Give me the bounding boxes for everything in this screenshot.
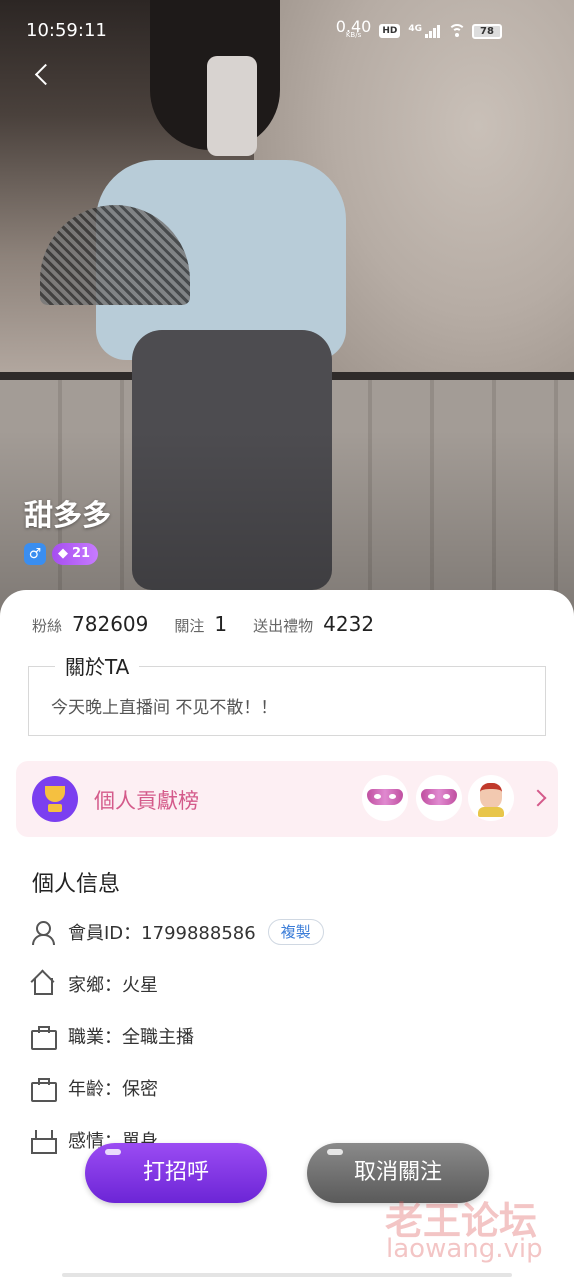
greet-button-label: 打招呼 [142, 1160, 209, 1185]
about-section: 關於TA 今天晚上直播间 不见不散！！ [28, 651, 546, 736]
wifi-icon [448, 24, 466, 38]
gifts-value: 4232 [323, 612, 375, 636]
photo-phone [207, 56, 257, 156]
home-indicator[interactable] [62, 1273, 512, 1277]
copy-button[interactable]: 複製 [267, 919, 324, 945]
status-bar: 10:59:11 0.40 KB/s HD 4G 78 [0, 0, 574, 64]
watermark-url: laowang.vip [386, 1234, 543, 1264]
gifts-label: 送出禮物 [253, 617, 314, 635]
trophy-icon [32, 776, 78, 822]
male-icon: ♂ [24, 543, 46, 565]
user-name: 甜多多 [24, 498, 112, 532]
profile-stats: 粉絲 782609 關注 1 送出禮物 4232 [32, 612, 400, 636]
home-icon [30, 972, 54, 996]
member-id-row: 會員ID：1799888586 複製 [30, 917, 324, 947]
user-icon [30, 920, 55, 945]
contribution-ranking-label: 個人貢獻榜 [94, 789, 199, 813]
back-button[interactable] [28, 60, 60, 92]
unfollow-button-label: 取消關注 [353, 1160, 442, 1185]
signal-icon: 4G [408, 24, 440, 38]
chevron-right-icon[interactable] [529, 789, 547, 807]
fans-value[interactable]: 782609 [72, 612, 148, 636]
hometown-row: 家鄉：火星 [30, 969, 158, 999]
contributor-avatar[interactable] [468, 775, 514, 821]
battery-icon: 78 [472, 24, 502, 39]
status-icons: 0.40 KB/s HD 4G [335, 17, 466, 40]
following-label: 關注 [174, 617, 205, 635]
fans-label: 粉絲 [32, 617, 63, 635]
following-value[interactable]: 1 [214, 612, 227, 636]
net-speed-value: 0.40 [335, 17, 372, 36]
mask-icon [367, 789, 403, 805]
person-avatar-body [478, 807, 504, 817]
net-speed: 0.40 KB/s [335, 17, 372, 40]
relationship-icon [30, 1128, 57, 1154]
contributor-avatar[interactable] [362, 775, 408, 821]
about-text: 今天晚上直播间 不见不散！！ [51, 698, 278, 718]
diamond-icon: ◆ [58, 546, 68, 561]
occupation-text: 職業：全職主播 [68, 1027, 194, 1048]
personal-info-title: 個人信息 [32, 872, 121, 897]
network-type-label: 4G [408, 24, 422, 34]
age-icon [30, 1076, 57, 1102]
contribution-ranking-banner[interactable]: 個人貢獻榜 [16, 761, 558, 837]
about-title: 關於TA [55, 651, 140, 680]
profile-badges: ♂ ◆ 21 [24, 543, 99, 565]
member-id-text: 會員ID：1799888586 [68, 923, 256, 944]
greet-button[interactable]: 打招呼 [85, 1143, 267, 1203]
level-badge: ◆ 21 [52, 543, 99, 565]
status-time: 10:59:11 [26, 20, 107, 41]
occupation-row: 職業：全職主播 [30, 1021, 194, 1051]
button-gloss [327, 1149, 343, 1155]
hometown-text: 家鄉：火星 [68, 975, 158, 996]
level-value: 21 [72, 546, 91, 561]
age-text: 年齡：保密 [68, 1079, 158, 1100]
contributor-avatar[interactable] [416, 775, 462, 821]
mask-icon [421, 789, 457, 805]
briefcase-icon [30, 1024, 57, 1050]
button-gloss [105, 1149, 121, 1155]
age-row: 年齡：保密 [30, 1073, 158, 1103]
hd-icon: HD [379, 24, 401, 38]
person-avatar-icon [480, 783, 502, 809]
